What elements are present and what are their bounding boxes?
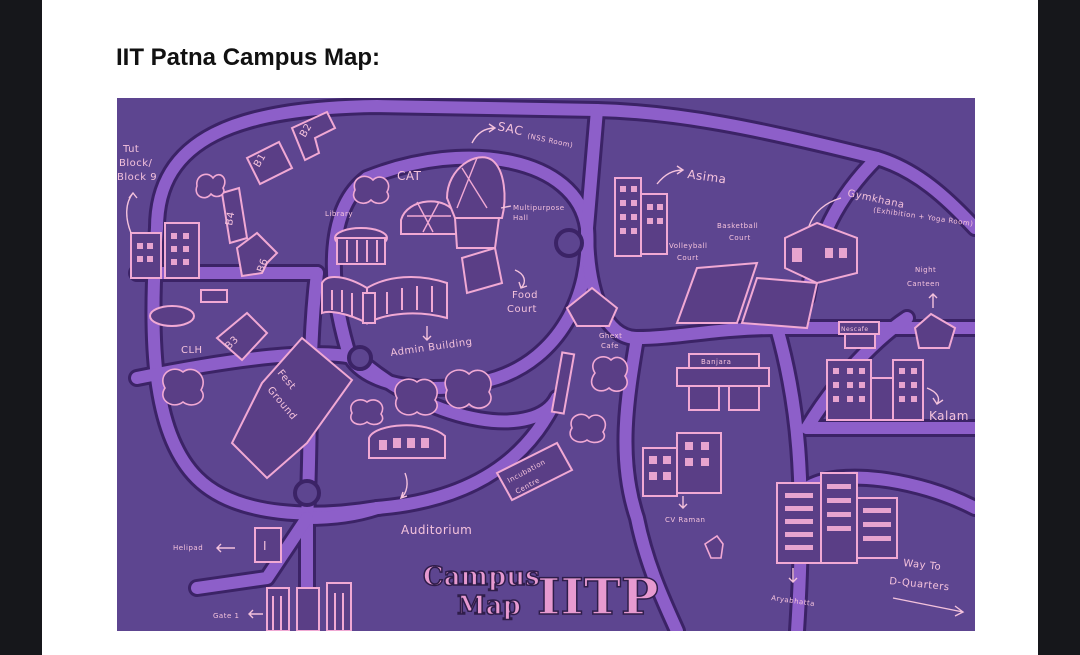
label-multipurpose-1: Multipurpose xyxy=(513,204,565,212)
library-building xyxy=(334,227,388,265)
label-ghext-1: Ghext xyxy=(599,332,622,340)
label-banjara: Banjara xyxy=(701,358,731,366)
label-volleyball-2: Court xyxy=(677,254,699,262)
label-night-1: Night xyxy=(915,266,936,274)
label-nescafe: Nescafe xyxy=(841,326,869,333)
label-food-court-1: Food xyxy=(512,290,538,301)
label-clh: CLH xyxy=(181,345,203,356)
tree-icon xyxy=(394,378,438,416)
logo-iitp: IITP xyxy=(537,567,659,626)
label-basketball-2: Court xyxy=(729,234,751,242)
label-tut-3: Block 9 xyxy=(117,172,157,183)
gate-1 xyxy=(266,582,352,631)
label-helipad-mark: I xyxy=(263,539,267,553)
tree-icon xyxy=(352,175,390,205)
label-cat: CAT xyxy=(397,169,422,183)
tree-icon xyxy=(569,413,607,444)
campus-map-illustration: Tut Block/ Block 9 B1 B2 B4 B6 Library C… xyxy=(117,98,975,631)
label-kalam: Kalam xyxy=(929,409,969,423)
roundabout-south xyxy=(293,479,321,507)
tree-icon xyxy=(195,173,226,199)
label-library: Library xyxy=(325,210,353,218)
campus-map: Tut Block/ Block 9 B1 B2 B4 B6 Library C… xyxy=(117,98,975,631)
tree-icon xyxy=(350,398,384,426)
label-night-2: Canteen xyxy=(907,280,940,288)
tree-icon xyxy=(444,369,492,409)
label-food-court-2: Court xyxy=(507,304,537,315)
page-title: IIT Patna Campus Map: xyxy=(116,44,381,71)
helipad xyxy=(254,527,282,563)
auditorium-building xyxy=(368,424,446,459)
label-ghext-2: Cafe xyxy=(601,342,619,350)
logo-campus: Campus xyxy=(423,562,540,592)
document-page: IIT Patna Campus Map: Tut Block/ Block 9… xyxy=(42,0,1038,655)
label-tut-2: Block/ xyxy=(119,158,153,169)
label-multipurpose-2: Hall xyxy=(513,214,528,222)
label-basketball-1: Basketball xyxy=(717,222,758,230)
label-cv-raman: CV Raman xyxy=(665,516,705,524)
logo-map: Map xyxy=(457,591,521,621)
roundabout-center xyxy=(347,345,373,371)
label-helipad: Helipad xyxy=(173,544,203,552)
roundabout-north xyxy=(554,228,584,258)
label-tut-1: Tut xyxy=(122,144,139,155)
label-gate1: Gate 1 xyxy=(213,612,239,620)
tree-icon xyxy=(590,356,629,392)
tree-icon xyxy=(162,368,204,406)
label-volleyball-1: Volleyball xyxy=(669,242,708,250)
label-auditorium: Auditorium xyxy=(401,523,472,537)
campus-map-logo: Campus Map IITP xyxy=(422,561,659,627)
